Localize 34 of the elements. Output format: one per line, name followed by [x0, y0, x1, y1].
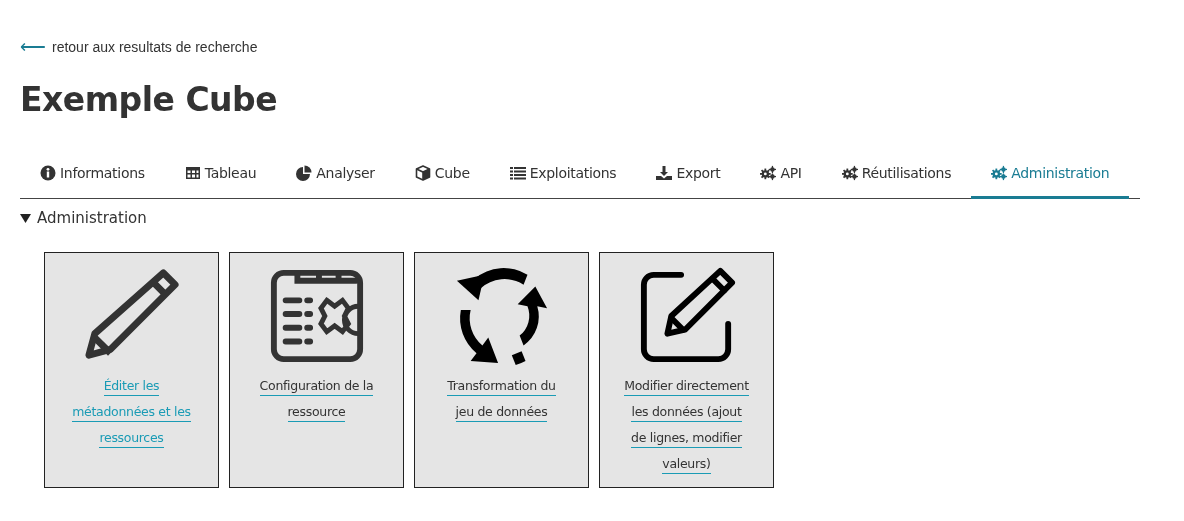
card-link[interactable]: ressource: [287, 402, 346, 422]
tab[interactable]: Exploitations: [489, 151, 637, 199]
list-icon: [509, 165, 526, 181]
gears-icon: [760, 165, 777, 181]
pie-chart-icon: [296, 165, 313, 181]
tab[interactable]: Cube: [394, 151, 490, 199]
tab[interactable]: Analyser: [276, 151, 395, 199]
triangle-icon: [20, 212, 31, 224]
tab[interactable]: Export: [636, 151, 741, 199]
back-link[interactable]: retour aux resultats de recherche: [52, 39, 258, 55]
admin-card[interactable]: Transformation du jeu de données: [414, 251, 589, 488]
info-icon: [40, 165, 56, 181]
tab[interactable]: API: [740, 151, 822, 199]
card-link[interactable]: Transformation du: [447, 376, 556, 396]
card-link[interactable]: valeurs): [662, 454, 711, 474]
table-icon: [184, 165, 201, 181]
tab[interactable]: Réutilisations: [821, 151, 972, 199]
gears-icon: [991, 165, 1008, 181]
section-toggle[interactable]: Administration: [20, 209, 147, 227]
card-link[interactable]: les données (ajout: [631, 402, 742, 422]
card-link[interactable]: jeu de données: [455, 402, 548, 422]
cube-icon: [414, 165, 431, 181]
card-link[interactable]: Modifier directement: [624, 376, 749, 396]
tab[interactable]: Tableau: [164, 151, 277, 199]
admin-card[interactable]: Modifier directement les données (ajout de lignes, modifier valeurs): [599, 251, 774, 488]
tab[interactable]: Administration: [971, 151, 1130, 199]
back-arrow-icon[interactable]: ⟵: [20, 38, 46, 56]
tab[interactable]: Informations: [20, 151, 165, 199]
card-link[interactable]: de lignes, modifier: [631, 428, 742, 448]
gears-icon: [841, 165, 858, 181]
card-link[interactable]: Configuration de la: [259, 376, 374, 396]
download-icon: [656, 165, 673, 181]
page-title: Exemple Cube: [20, 80, 279, 119]
admin-card[interactable]: Configuration de la ressource: [229, 251, 404, 488]
